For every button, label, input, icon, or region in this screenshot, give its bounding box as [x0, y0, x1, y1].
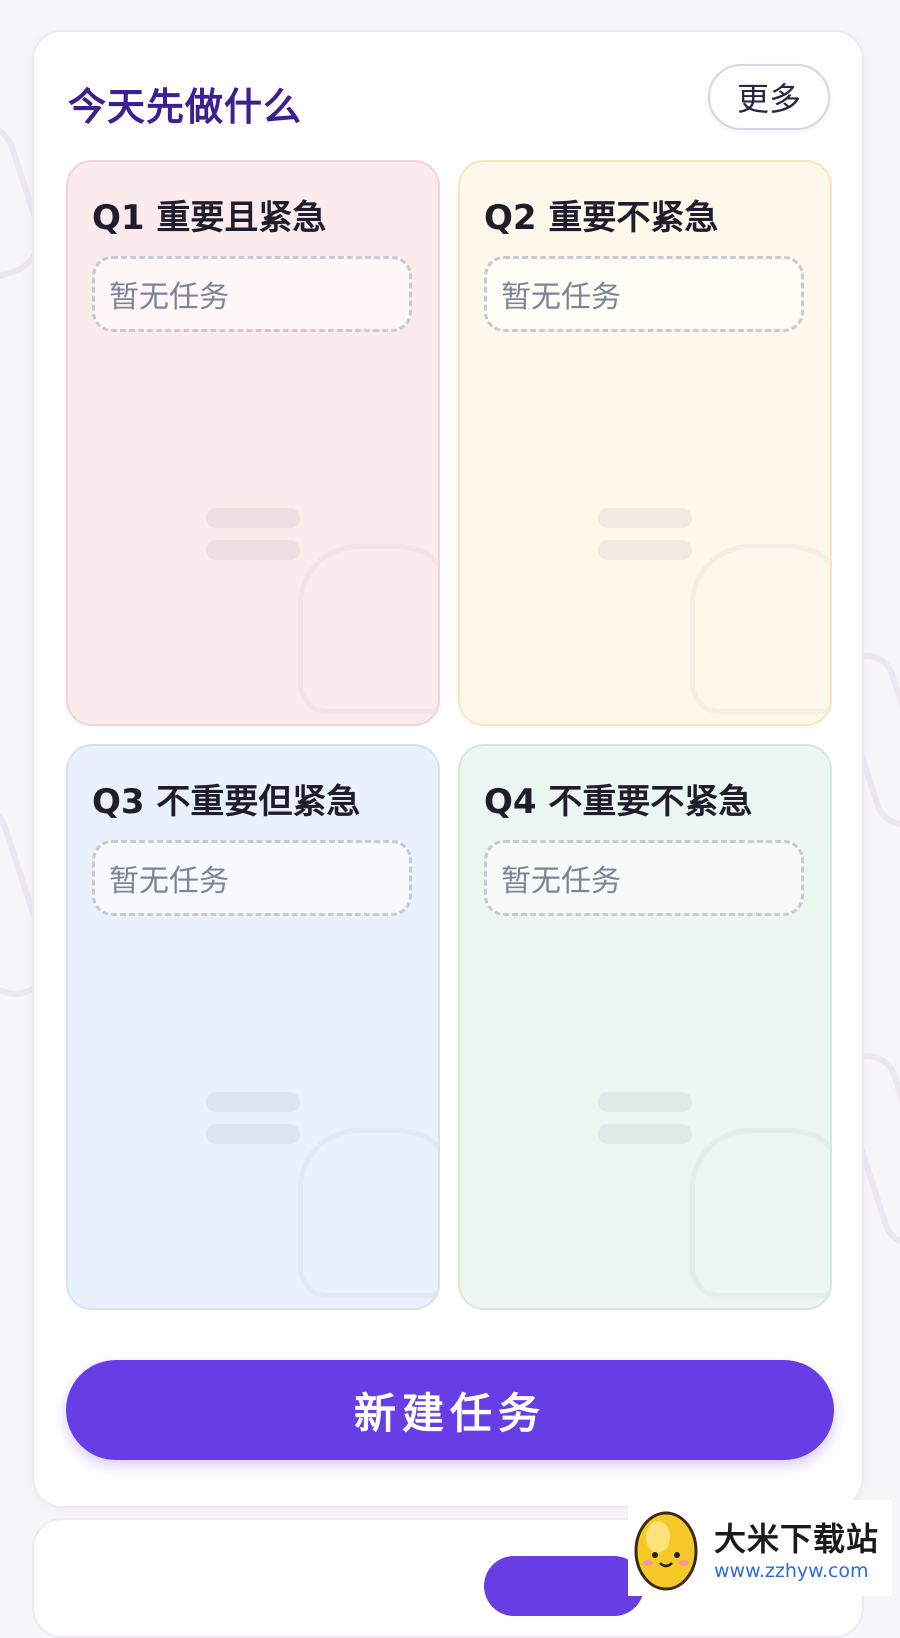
empty-task-placeholder: 暂无任务 [92, 256, 412, 332]
more-button[interactable]: 更多 [708, 64, 830, 130]
empty-task-placeholder: 暂无任务 [484, 840, 804, 916]
drag-handle-icon[interactable] [598, 1092, 692, 1146]
quadrant-q1[interactable]: Q1 重要且紧急 暂无任务 [66, 160, 440, 726]
empty-task-placeholder: 暂无任务 [484, 256, 804, 332]
quadrant-q2[interactable]: Q2 重要不紧急 暂无任务 [458, 160, 832, 726]
watermark-url: www.zzhyw.com [714, 1560, 879, 1582]
quadrant-q3[interactable]: Q3 不重要但紧急 暂无任务 [66, 744, 440, 1310]
priority-matrix-card: 今天先做什么 更多 Q1 重要且紧急 暂无任务 Q2 重要不紧急 暂无任务 Q3… [32, 30, 864, 1508]
corn-mascot-icon [628, 1503, 704, 1593]
mascot-watermark-icon [298, 544, 440, 714]
quadrant-title: Q1 重要且紧急 [92, 190, 326, 239]
watermark-name: 大米下载站 [714, 1514, 879, 1560]
empty-task-placeholder: 暂无任务 [92, 840, 412, 916]
quadrant-title: Q2 重要不紧急 [484, 190, 718, 239]
quadrant-q4[interactable]: Q4 不重要不紧急 暂无任务 [458, 744, 832, 1310]
mascot-watermark-icon [690, 544, 832, 714]
quadrant-title: Q3 不重要但紧急 [92, 774, 360, 823]
mascot-watermark-icon [690, 1128, 832, 1298]
quadrant-title: Q4 不重要不紧急 [484, 774, 752, 823]
drag-handle-icon[interactable] [206, 508, 300, 562]
card-title: 今天先做什么 [68, 76, 302, 131]
new-task-button[interactable]: 新建任务 [66, 1360, 834, 1460]
site-watermark: 大米下载站 www.zzhyw.com [628, 1500, 892, 1596]
mascot-watermark-icon [298, 1128, 440, 1298]
next-card-button[interactable] [484, 1556, 644, 1616]
drag-handle-icon[interactable] [206, 1092, 300, 1146]
drag-handle-icon[interactable] [598, 508, 692, 562]
